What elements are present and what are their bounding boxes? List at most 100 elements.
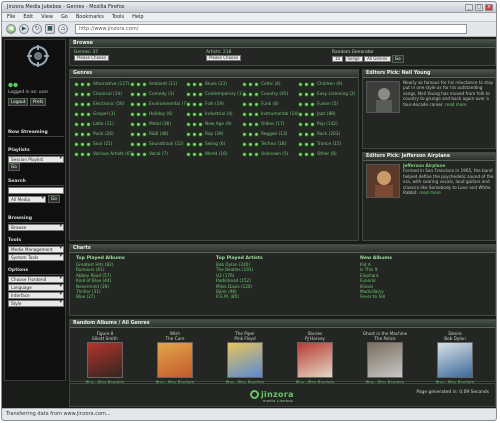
play-icon[interactable] xyxy=(74,102,79,107)
chart-row[interactable]: Fever to Tell xyxy=(360,294,455,299)
album-title[interactable]: Wish The Cure xyxy=(148,331,202,341)
random-icon[interactable] xyxy=(192,142,197,147)
random-icon[interactable] xyxy=(80,82,85,87)
album-artist[interactable]: Elliott Smith xyxy=(78,336,132,341)
random-icon[interactable] xyxy=(80,122,85,127)
genre-item[interactable]: Rock (203) xyxy=(298,131,354,138)
back-icon[interactable]: ◀ xyxy=(6,24,16,34)
random-icon[interactable] xyxy=(136,152,141,157)
genre-label[interactable]: Electronic (56) xyxy=(93,102,124,107)
info-icon[interactable] xyxy=(198,132,203,137)
play-icon[interactable] xyxy=(186,92,191,97)
genre-label[interactable]: Classical (34) xyxy=(93,92,122,97)
info-icon[interactable] xyxy=(254,142,259,147)
play-icon[interactable] xyxy=(298,152,303,157)
info-icon[interactable] xyxy=(86,142,91,147)
album-artist[interactable]: Bob Dylan xyxy=(428,336,482,341)
genre-item[interactable]: Latin (11) xyxy=(74,121,130,128)
genre-label[interactable]: Funk (8) xyxy=(261,102,279,107)
play-icon[interactable] xyxy=(130,132,135,137)
random-icon[interactable] xyxy=(80,102,85,107)
genres-select[interactable]: Please Choose xyxy=(74,55,110,61)
menu-bookmarks[interactable]: Bookmarks xyxy=(76,13,104,21)
info-icon[interactable] xyxy=(142,152,147,157)
prefs-button[interactable]: Prefs xyxy=(29,98,47,106)
genre-label[interactable]: Other (8) xyxy=(317,152,337,157)
genre-label[interactable]: Soul (21) xyxy=(93,142,112,147)
genre-item[interactable]: Punk (26) xyxy=(74,131,130,138)
info-icon[interactable] xyxy=(142,102,147,107)
random-icon[interactable] xyxy=(304,152,309,157)
info-icon[interactable] xyxy=(142,112,147,117)
genre-label[interactable]: Alternative (127) xyxy=(93,82,130,87)
genre-label[interactable]: Environmental (7) xyxy=(149,102,188,107)
menu-help[interactable]: Help xyxy=(132,13,143,21)
info-icon[interactable] xyxy=(310,132,315,137)
album-artist[interactable]: The Police xyxy=(358,336,412,341)
genre-label[interactable]: World (16) xyxy=(205,152,228,157)
genre-item[interactable]: Funk (8) xyxy=(242,101,298,108)
genre-item[interactable]: Reggae (13) xyxy=(242,131,298,138)
genre-label[interactable]: Vocal (7) xyxy=(149,152,168,157)
genre-item[interactable]: New Age (9) xyxy=(186,121,242,128)
genre-label[interactable]: Instrumental (14) xyxy=(261,112,299,117)
genre-item[interactable]: Ambient (11) xyxy=(130,81,186,88)
footer-logo[interactable]: jinzora media jukebox xyxy=(250,390,294,403)
info-icon[interactable] xyxy=(198,102,203,107)
random-icon[interactable] xyxy=(304,112,309,117)
play-icon[interactable] xyxy=(186,132,191,137)
random-icon[interactable] xyxy=(248,112,253,117)
genre-item[interactable]: Gospel (3) xyxy=(74,111,130,118)
album-cover[interactable] xyxy=(157,342,193,378)
genre-item[interactable]: Country (45) xyxy=(242,91,298,98)
play-icon[interactable] xyxy=(74,122,79,127)
random-icon[interactable] xyxy=(80,152,85,157)
info-icon[interactable] xyxy=(310,102,315,107)
random-icon[interactable] xyxy=(248,82,253,87)
genre-label[interactable]: Country (45) xyxy=(261,92,288,97)
random-icon[interactable] xyxy=(80,132,85,137)
genre-label[interactable]: Swing (6) xyxy=(205,142,225,147)
genre-item[interactable]: Various Artists (61) xyxy=(74,151,134,158)
genre-item[interactable]: Contemporary (12) xyxy=(186,91,246,98)
logout-button[interactable]: Logout xyxy=(8,98,29,106)
play-icon[interactable] xyxy=(242,92,247,97)
info-icon[interactable] xyxy=(198,122,203,127)
album-title[interactable]: Ghost in the Machine The Police xyxy=(358,331,412,341)
play-icon[interactable] xyxy=(298,132,303,137)
genre-label[interactable]: New Age (9) xyxy=(205,122,232,127)
play-icon[interactable] xyxy=(130,92,135,97)
random-genre-select[interactable]: All Genres xyxy=(364,55,391,62)
play-icon[interactable] xyxy=(298,142,303,147)
genre-item[interactable]: Classical (34) xyxy=(74,91,130,98)
genre-item[interactable]: R&B (48) xyxy=(130,131,186,138)
genre-label[interactable]: Various Artists (61) xyxy=(93,152,134,157)
random-icon[interactable] xyxy=(136,112,141,117)
info-icon[interactable] xyxy=(254,122,259,127)
play-icon[interactable] xyxy=(242,112,247,117)
play-icon[interactable] xyxy=(242,122,247,127)
info-icon[interactable] xyxy=(254,92,259,97)
genre-label[interactable]: Rap (39) xyxy=(205,132,223,137)
info-icon[interactable] xyxy=(86,132,91,137)
random-icon[interactable] xyxy=(192,152,197,157)
album-title[interactable]: Figure 8 Elliott Smith xyxy=(78,331,132,341)
info-icon[interactable] xyxy=(198,82,203,87)
home-icon[interactable]: ⌂ xyxy=(58,24,68,34)
play-icon[interactable] xyxy=(242,152,247,157)
random-icon[interactable] xyxy=(192,92,197,97)
genre-label[interactable]: Easy Listening (2) xyxy=(317,92,355,97)
forward-icon[interactable]: ▶ xyxy=(19,24,29,34)
album-title[interactable]: Stories PJ Harvey xyxy=(288,331,342,341)
info-icon[interactable] xyxy=(142,142,147,147)
style-select[interactable]: Style xyxy=(8,300,64,307)
menu-view[interactable]: View xyxy=(41,13,53,21)
play-icon[interactable] xyxy=(186,112,191,117)
genre-item[interactable]: Trance (15) xyxy=(298,141,354,148)
info-icon[interactable] xyxy=(310,142,315,147)
album-cover[interactable] xyxy=(297,342,333,378)
album-artist[interactable]: Pink Floyd xyxy=(218,336,272,341)
minimize-button[interactable]: _ xyxy=(465,4,473,11)
artists-select[interactable]: Please Choose xyxy=(206,55,242,61)
album-cover[interactable] xyxy=(437,342,473,378)
